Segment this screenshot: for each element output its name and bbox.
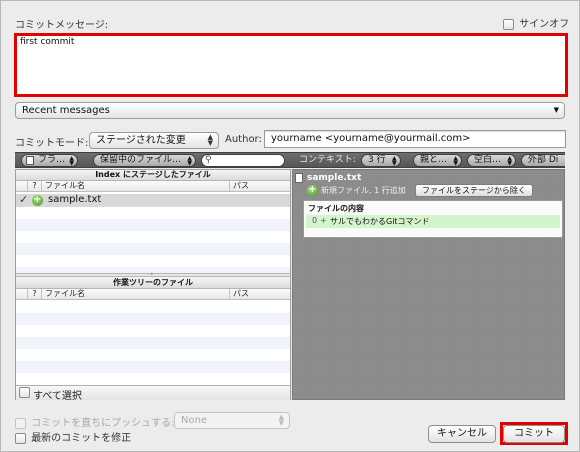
staged-column-header: ? ファイル名 パス — [16, 181, 290, 192]
pending-files-popup[interactable]: 保留中のファイル… ▲ ▼ — [93, 154, 197, 167]
document-icon — [295, 173, 303, 183]
file-filter-label: フラ… — [38, 155, 66, 165]
document-icon — [26, 156, 34, 165]
push-target-select[interactable]: None ▲ ▼ — [174, 412, 290, 429]
push-label: コミットを直ちにプッシュする: — [31, 418, 175, 429]
file-content-box: ファイルの内容 0 + サルでもわかるGitコマンド — [303, 200, 563, 238]
worktree-pane-title: 作業ツリーのファイル — [16, 278, 290, 289]
list-item — [16, 255, 290, 267]
added-file-icon: + — [32, 194, 43, 206]
sign-off-toggle[interactable]: サインオフ — [503, 15, 569, 30]
updown-arrows-icon: ▲ ▼ — [207, 133, 213, 147]
file-toolbar: フラ… ▲ ▼ 保留中のファイル… ▲ ▼ ⚲ コンテキスト: 3 行 ▲ ▼ 親と…… — [15, 152, 565, 168]
diff-line-text: サルでもわかるGitコマンド — [330, 217, 430, 226]
amend-option: 最新のコミットを修正 — [15, 429, 131, 444]
sign-off-checkbox[interactable] — [503, 18, 514, 30]
push-target-value: None — [181, 415, 208, 426]
grip-icon: • — [150, 271, 154, 278]
push-option: コミットを直ちにプッシュする: — [15, 414, 175, 429]
updown-arrows-icon: ▲ ▼ — [453, 155, 459, 167]
commit-message-label: コミットメッセージ: — [15, 20, 109, 31]
commit-button[interactable]: コミット — [503, 425, 565, 443]
diff-line-marker: + — [320, 216, 327, 225]
updown-arrows-icon: ▲ ▼ — [278, 413, 284, 427]
updown-arrows-icon: ▲ ▼ — [507, 155, 513, 167]
context-label: コンテキスト: — [299, 155, 356, 165]
file-content-header: ファイルの内容 — [308, 204, 364, 213]
list-item — [16, 219, 290, 231]
diff-line-number: 0 — [312, 216, 318, 225]
diff-line-added: 0 + サルでもわかるGitコマンド — [306, 215, 560, 228]
column-status-label[interactable]: ? — [28, 181, 42, 192]
file-search-input[interactable]: ⚲ — [201, 154, 285, 167]
search-icon: ⚲ — [205, 155, 212, 165]
parent-compare-value: 親と… — [420, 155, 448, 165]
author-label: Author: — [225, 134, 262, 145]
whitespace-popup[interactable]: 空白… ▲ ▼ — [467, 154, 517, 167]
worktree-column-header: ? ファイル名 パス — [16, 289, 290, 300]
commit-mode-select[interactable]: ステージされた変更 ▲ ▼ — [89, 132, 219, 149]
cancel-button[interactable]: キャンセル — [428, 425, 496, 443]
split-handle[interactable]: • — [16, 271, 290, 278]
external-diff-button[interactable]: 外部 Di — [521, 154, 565, 167]
unstage-file-button[interactable]: ファイルをステージから除く — [415, 184, 533, 197]
list-item — [16, 231, 290, 243]
list-item — [16, 337, 290, 349]
list-item — [16, 207, 290, 219]
list-item — [16, 361, 290, 373]
context-lines-value: 3 行 — [368, 155, 386, 165]
list-item — [16, 373, 290, 385]
amend-label: 最新のコミットを修正 — [31, 433, 132, 444]
context-lines-popup[interactable]: 3 行 ▲ ▼ — [361, 154, 401, 167]
pending-files-label: 保留中のファイル… — [100, 155, 182, 165]
file-filter-popup[interactable]: フラ… ▲ ▼ — [21, 154, 79, 167]
parent-compare-popup[interactable]: 親と… ▲ ▼ — [413, 154, 463, 167]
diff-filename: sample.txt — [307, 173, 362, 183]
sign-off-label: サインオフ — [519, 19, 570, 30]
recent-messages-label: Recent messages — [22, 105, 110, 116]
column-filename[interactable]: ファイル名 — [42, 289, 230, 300]
recent-messages-popup[interactable]: Recent messages ▼ — [15, 102, 565, 119]
column-status[interactable] — [16, 289, 28, 300]
diff-pane: sample.txt + 新規ファイル, 1 行追加 ファイルをステージから除く… — [292, 169, 565, 400]
commit-mode-value: ステージされた変更 — [96, 135, 186, 146]
amend-checkbox[interactable] — [15, 432, 26, 444]
staged-file-name: sample.txt — [48, 194, 102, 205]
updown-arrows-icon: ▲ ▼ — [391, 155, 397, 167]
push-checkbox[interactable] — [15, 417, 26, 429]
checkmark-icon[interactable]: ✓ — [19, 193, 28, 206]
select-all-checkbox[interactable] — [19, 387, 30, 398]
updown-arrows-icon: ▲ ▼ — [69, 155, 75, 167]
staged-file-row[interactable]: ✓ + sample.txt — [16, 193, 290, 207]
external-diff-label: 外部 Di — [528, 155, 559, 165]
list-item — [16, 313, 290, 325]
column-filename[interactable]: ファイル名 — [42, 181, 230, 192]
list-item — [16, 243, 290, 255]
select-all-label: すべて選択 — [33, 391, 82, 402]
staged-pane-title: Index にステージしたファイル — [16, 170, 290, 181]
commit-message-input[interactable]: first commit — [14, 33, 568, 97]
column-status[interactable] — [16, 181, 28, 192]
column-status-label[interactable]: ? — [28, 289, 42, 300]
whitespace-value: 空白… — [474, 155, 502, 165]
file-lists-pane: Index にステージしたファイル ? ファイル名 パス ✓ + sample.… — [15, 169, 291, 402]
select-all-footer: すべて選択 — [16, 385, 290, 402]
commit-mode-label: コミットモード: — [15, 138, 89, 149]
list-item — [16, 349, 290, 361]
list-item — [16, 325, 290, 337]
added-file-icon: + — [307, 184, 318, 196]
column-path[interactable]: パス — [230, 289, 290, 300]
chevron-down-icon: ▼ — [553, 106, 559, 114]
list-item — [16, 301, 290, 313]
diff-summary: 新規ファイル, 1 行追加 — [321, 186, 406, 195]
column-path[interactable]: パス — [230, 181, 290, 192]
commit-message-text: first commit — [20, 37, 75, 47]
updown-arrows-icon: ▲ ▼ — [187, 155, 193, 167]
author-field[interactable]: yourname <yourname@yourmail.com> — [264, 130, 566, 148]
